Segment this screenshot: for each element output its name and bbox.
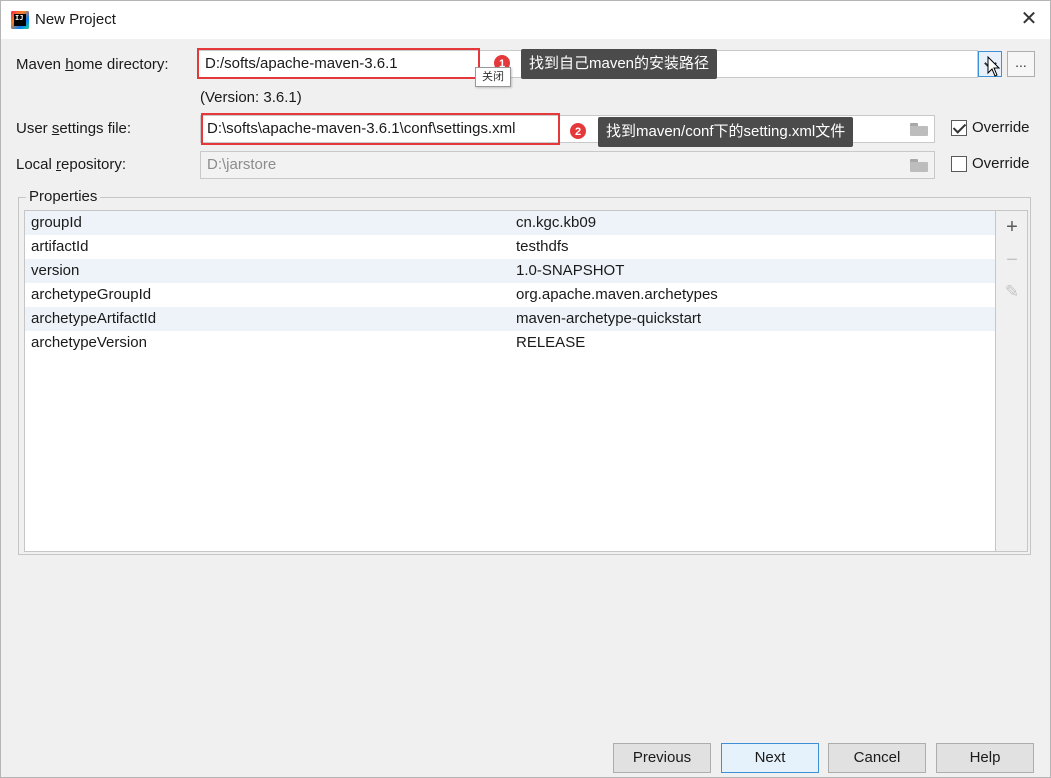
- property-value[interactable]: maven-archetype-quickstart: [516, 307, 701, 331]
- maven-home-label: Maven home directory:: [16, 56, 169, 73]
- table-row[interactable]: artifactId testhdfs: [25, 235, 995, 259]
- local-repo-label: Local repository:: [16, 156, 127, 173]
- annotation-callout-1: 找到自己maven的安装路径: [521, 49, 718, 79]
- help-button[interactable]: Help: [936, 743, 1034, 773]
- property-value[interactable]: RELEASE: [516, 331, 585, 355]
- dialog-title: New Project: [35, 11, 116, 28]
- properties-table: groupId cn.kgc.kb09 artifactId testhdfs …: [24, 210, 996, 552]
- close-tooltip: 关闭: [475, 67, 511, 87]
- next-button[interactable]: Next: [721, 743, 819, 773]
- property-key: groupId: [31, 214, 82, 231]
- property-key: artifactId: [31, 238, 89, 255]
- local-repo-override-checkbox[interactable]: [951, 156, 967, 172]
- property-key: archetypeGroupId: [31, 286, 152, 303]
- table-row[interactable]: version 1.0-SNAPSHOT: [25, 259, 995, 283]
- annotation-callout-2: 找到maven/conf下的setting.xml文件: [598, 117, 854, 147]
- table-row[interactable]: groupId cn.kgc.kb09: [25, 211, 995, 235]
- table-row[interactable]: archetypeGroupId org.apache.maven.archet…: [25, 283, 995, 307]
- add-icon[interactable]: +: [1002, 217, 1022, 237]
- property-value[interactable]: testhdfs: [516, 235, 569, 259]
- local-repo-override-label: Override: [972, 155, 1030, 172]
- browse-maven-home-button[interactable]: ...: [1007, 51, 1035, 77]
- user-settings-override-label: Override: [972, 119, 1030, 136]
- mouse-cursor-icon: [987, 56, 1001, 77]
- maven-version-text: (Version: 3.6.1): [200, 89, 302, 106]
- folder-icon[interactable]: [910, 123, 928, 136]
- properties-toolbar: + − ✎: [996, 210, 1028, 552]
- remove-icon[interactable]: −: [1002, 250, 1022, 270]
- property-key: archetypeArtifactId: [31, 310, 157, 327]
- property-value[interactable]: cn.kgc.kb09: [516, 211, 596, 235]
- close-icon[interactable]: ✕: [1019, 9, 1039, 29]
- cancel-button[interactable]: Cancel: [828, 743, 926, 773]
- property-value[interactable]: org.apache.maven.archetypes: [516, 283, 718, 307]
- intellij-app-icon: IJ: [11, 11, 29, 29]
- property-value[interactable]: 1.0-SNAPSHOT: [516, 259, 624, 283]
- local-repo-field[interactable]: D:\jarstore: [200, 151, 935, 179]
- edit-icon[interactable]: ✎: [1002, 282, 1022, 302]
- user-settings-override-checkbox[interactable]: [951, 120, 967, 136]
- title-bar: IJ New Project ✕: [1, 1, 1050, 39]
- properties-title: Properties: [26, 188, 101, 205]
- annotation-badge-2: 2: [569, 122, 587, 140]
- table-row[interactable]: archetypeArtifactId maven-archetype-quic…: [25, 307, 995, 331]
- folder-icon[interactable]: [910, 159, 928, 172]
- previous-button[interactable]: Previous: [613, 743, 711, 773]
- table-row[interactable]: archetypeVersion RELEASE: [25, 331, 995, 355]
- property-key: archetypeVersion: [31, 334, 147, 351]
- user-settings-label: User settings file:: [16, 120, 132, 137]
- property-key: version: [31, 262, 80, 279]
- new-project-dialog: IJ New Project ✕ Maven home directory: D…: [0, 0, 1051, 778]
